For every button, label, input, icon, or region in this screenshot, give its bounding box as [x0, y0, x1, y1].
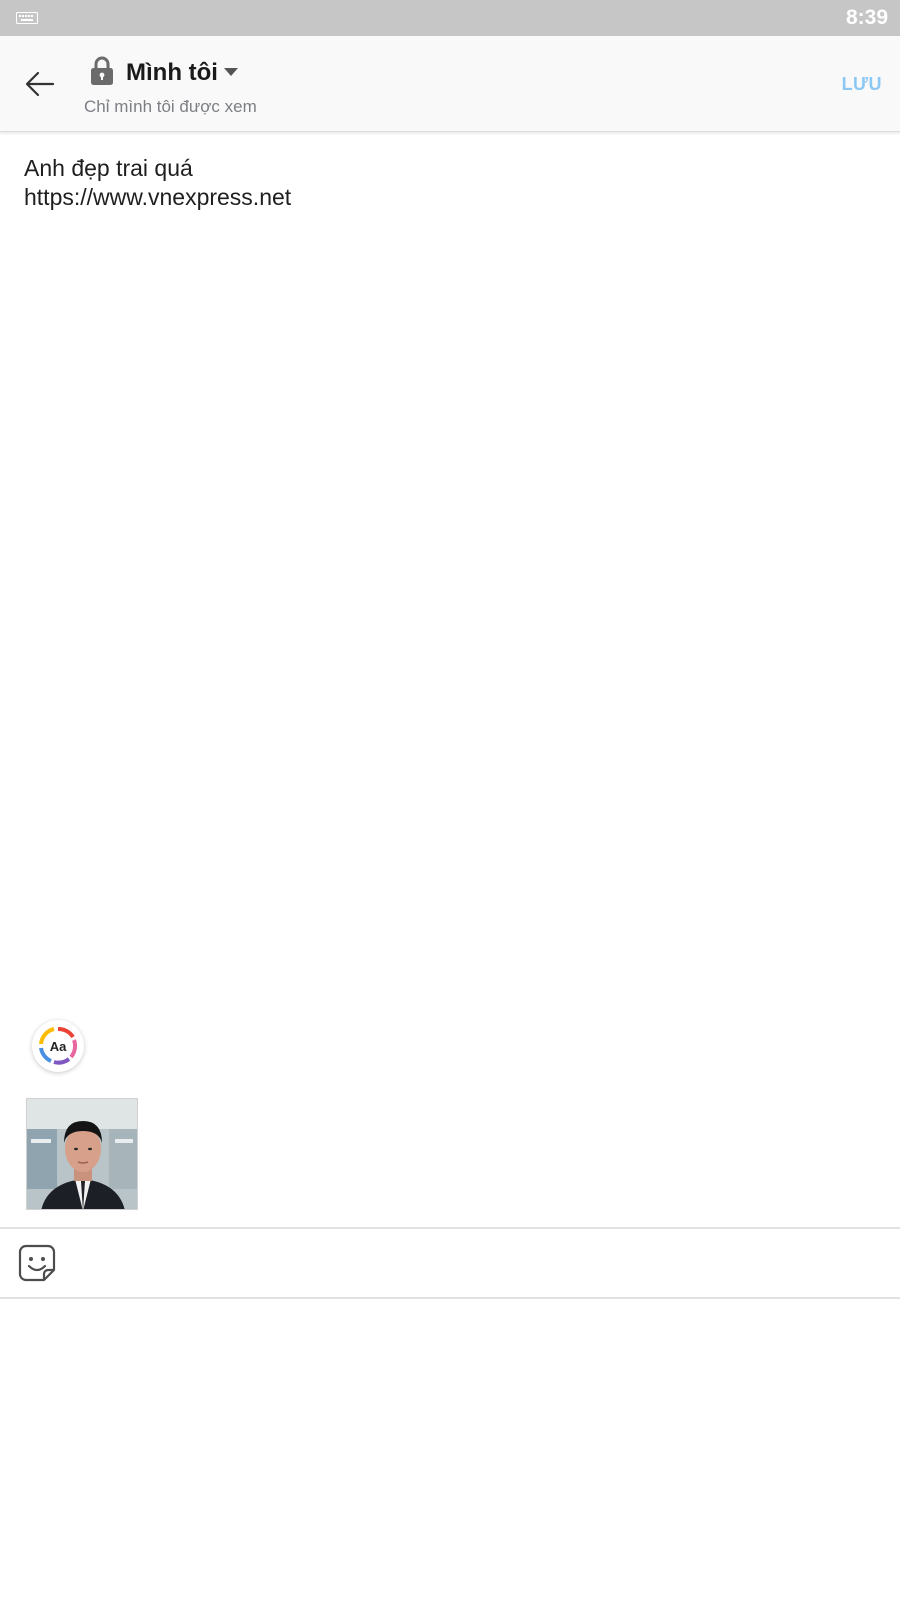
toolbar-divider-bottom: [0, 1297, 900, 1299]
sticker-button[interactable]: [18, 1244, 56, 1282]
toolbar-divider-top: [0, 1227, 900, 1229]
privacy-selector[interactable]: Mình tôi Chỉ mình tôi được xem: [84, 52, 384, 122]
status-time: 8:39: [845, 6, 888, 29]
privacy-title: Mình tôi: [126, 59, 218, 86]
arrow-left-icon: [25, 71, 55, 97]
status-bar: 8:39: [0, 0, 900, 36]
note-line: Anh đẹp trai quá: [24, 155, 193, 181]
keyboard-icon: [16, 12, 38, 24]
note-text-area[interactable]: Anh đẹp trai quá https://www.vnexpress.n…: [24, 154, 876, 212]
privacy-subtitle: Chỉ mình tôi được xem: [84, 97, 257, 116]
text-style-label: Aa: [50, 1039, 67, 1054]
lock-icon: [91, 56, 113, 85]
note-line: https://www.vnexpress.net: [24, 184, 292, 210]
back-button[interactable]: [18, 62, 62, 106]
text-style-button[interactable]: Aa: [32, 1020, 84, 1072]
app-bar: Mình tôi Chỉ mình tôi được xem LƯU: [0, 36, 900, 132]
caret-down-icon: [224, 68, 238, 76]
text-style-ring-icon: Aa: [39, 1027, 78, 1065]
sticker-face-icon: [18, 1244, 56, 1282]
portrait-photo: [27, 1099, 137, 1209]
photo-attachment[interactable]: [26, 1098, 138, 1210]
save-button[interactable]: LƯU: [842, 72, 882, 96]
